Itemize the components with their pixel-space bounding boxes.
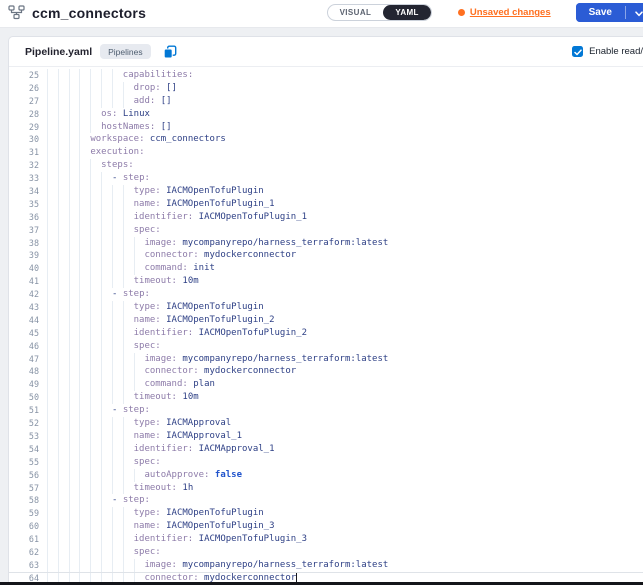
chevron-down-icon <box>635 5 643 20</box>
code-line-31[interactable]: 31execution: <box>9 146 643 159</box>
code-line-56[interactable]: 56autoApprove: false <box>9 469 643 482</box>
code-line-28[interactable]: 28os: Linux <box>9 108 643 121</box>
code-line-61[interactable]: 61identifier: IACMOpenTofuPlugin_3 <box>9 533 643 546</box>
header-actions: VISUAL YAML Unsaved changes Save <box>327 3 643 22</box>
code-line-35[interactable]: 35name: IACMOpenTofuPlugin_1 <box>9 198 643 211</box>
code-line-55[interactable]: 55spec: <box>9 456 643 469</box>
read-toggle-group: Enable read/ <box>572 46 643 57</box>
code-line-29[interactable]: 29hostNames: [] <box>9 121 643 134</box>
code-line-26[interactable]: 26drop: [] <box>9 82 643 95</box>
code-line-30[interactable]: 30workspace: ccm_connectors <box>9 133 643 146</box>
code-line-33[interactable]: 33- step: <box>9 172 643 185</box>
code-line-57[interactable]: 57timeout: 1h <box>9 482 643 495</box>
unsaved-changes-label[interactable]: Unsaved changes <box>470 7 551 18</box>
code-line-62[interactable]: 62spec: <box>9 546 643 559</box>
code-line-49[interactable]: 49command: plan <box>9 378 643 391</box>
code-line-45[interactable]: 45identifier: IACMOpenTofuPlugin_2 <box>9 327 643 340</box>
top-header: ccm_connectors VISUAL YAML Unsaved chang… <box>0 0 643 28</box>
code-line-34[interactable]: 34type: IACMOpenTofuPlugin <box>9 185 643 198</box>
code-line-53[interactable]: 53name: IACMApproval_1 <box>9 430 643 443</box>
code-line-38[interactable]: 38image: mycompanyrepo/harness_terraform… <box>9 237 643 250</box>
code-line-43[interactable]: 43type: IACMOpenTofuPlugin <box>9 301 643 314</box>
code-lines: 25capabilities:26drop: []27add: []28os: … <box>9 69 643 582</box>
title-group: ccm_connectors <box>8 5 146 21</box>
code-line-63[interactable]: 63image: mycompanyrepo/harness_terraform… <box>9 559 643 572</box>
code-line-47[interactable]: 47image: mycompanyrepo/harness_terraform… <box>9 353 643 366</box>
save-options-button[interactable] <box>626 3 643 22</box>
checkmark-icon <box>574 43 582 61</box>
code-line-42[interactable]: 42- step: <box>9 288 643 301</box>
save-split-button: Save <box>576 3 643 22</box>
code-line-58[interactable]: 58- step: <box>9 494 643 507</box>
yaml-editor-panel: Pipeline.yaml Pipelines Enable read/ <box>8 36 643 582</box>
code-line-54[interactable]: 54identifier: IACMApproval_1 <box>9 443 643 456</box>
code-line-48[interactable]: 48connector: mydockerconnector <box>9 365 643 378</box>
code-line-64[interactable]: 64connector: mydockerconnector <box>9 572 643 582</box>
code-line-60[interactable]: 60name: IACMOpenTofuPlugin_3 <box>9 520 643 533</box>
code-line-50[interactable]: 50timeout: 10m <box>9 391 643 404</box>
entity-type-badge: Pipelines <box>100 44 151 59</box>
code-line-51[interactable]: 51- step: <box>9 404 643 417</box>
code-line-37[interactable]: 37spec: <box>9 224 643 237</box>
app-root: ccm_connectors VISUAL YAML Unsaved chang… <box>0 0 643 585</box>
code-line-40[interactable]: 40command: init <box>9 262 643 275</box>
editor-panel-header: Pipeline.yaml Pipelines Enable read/ <box>9 37 643 67</box>
copy-icon[interactable] <box>163 45 177 59</box>
enable-read-checkbox[interactable] <box>572 46 583 57</box>
save-button[interactable]: Save <box>576 3 625 22</box>
file-name: Pipeline.yaml <box>25 46 92 58</box>
unsaved-dot-icon <box>458 9 465 16</box>
visual-yaml-toggle[interactable]: VISUAL YAML <box>327 4 432 21</box>
page-title: ccm_connectors <box>32 5 146 21</box>
code-line-59[interactable]: 59type: IACMOpenTofuPlugin <box>9 507 643 520</box>
code-line-39[interactable]: 39connector: mydockerconnector <box>9 249 643 262</box>
toggle-visual-button[interactable]: VISUAL <box>328 5 384 20</box>
code-line-46[interactable]: 46spec: <box>9 340 643 353</box>
unsaved-changes-link[interactable]: Unsaved changes <box>458 7 551 18</box>
code-line-41[interactable]: 41timeout: 10m <box>9 275 643 288</box>
code-line-52[interactable]: 52type: IACMApproval <box>9 417 643 430</box>
toggle-yaml-button[interactable]: YAML <box>383 5 431 20</box>
code-line-36[interactable]: 36identifier: IACMOpenTofuPlugin_1 <box>9 211 643 224</box>
pipeline-graph-icon <box>8 5 25 20</box>
code-line-44[interactable]: 44name: IACMOpenTofuPlugin_2 <box>9 314 643 327</box>
code-line-25[interactable]: 25capabilities: <box>9 69 643 82</box>
code-line-32[interactable]: 32steps: <box>9 159 643 172</box>
code-line-27[interactable]: 27add: [] <box>9 95 643 108</box>
yaml-editor[interactable]: 25capabilities:26drop: []27add: []28os: … <box>9 67 643 582</box>
enable-read-label: Enable read/ <box>589 46 643 57</box>
